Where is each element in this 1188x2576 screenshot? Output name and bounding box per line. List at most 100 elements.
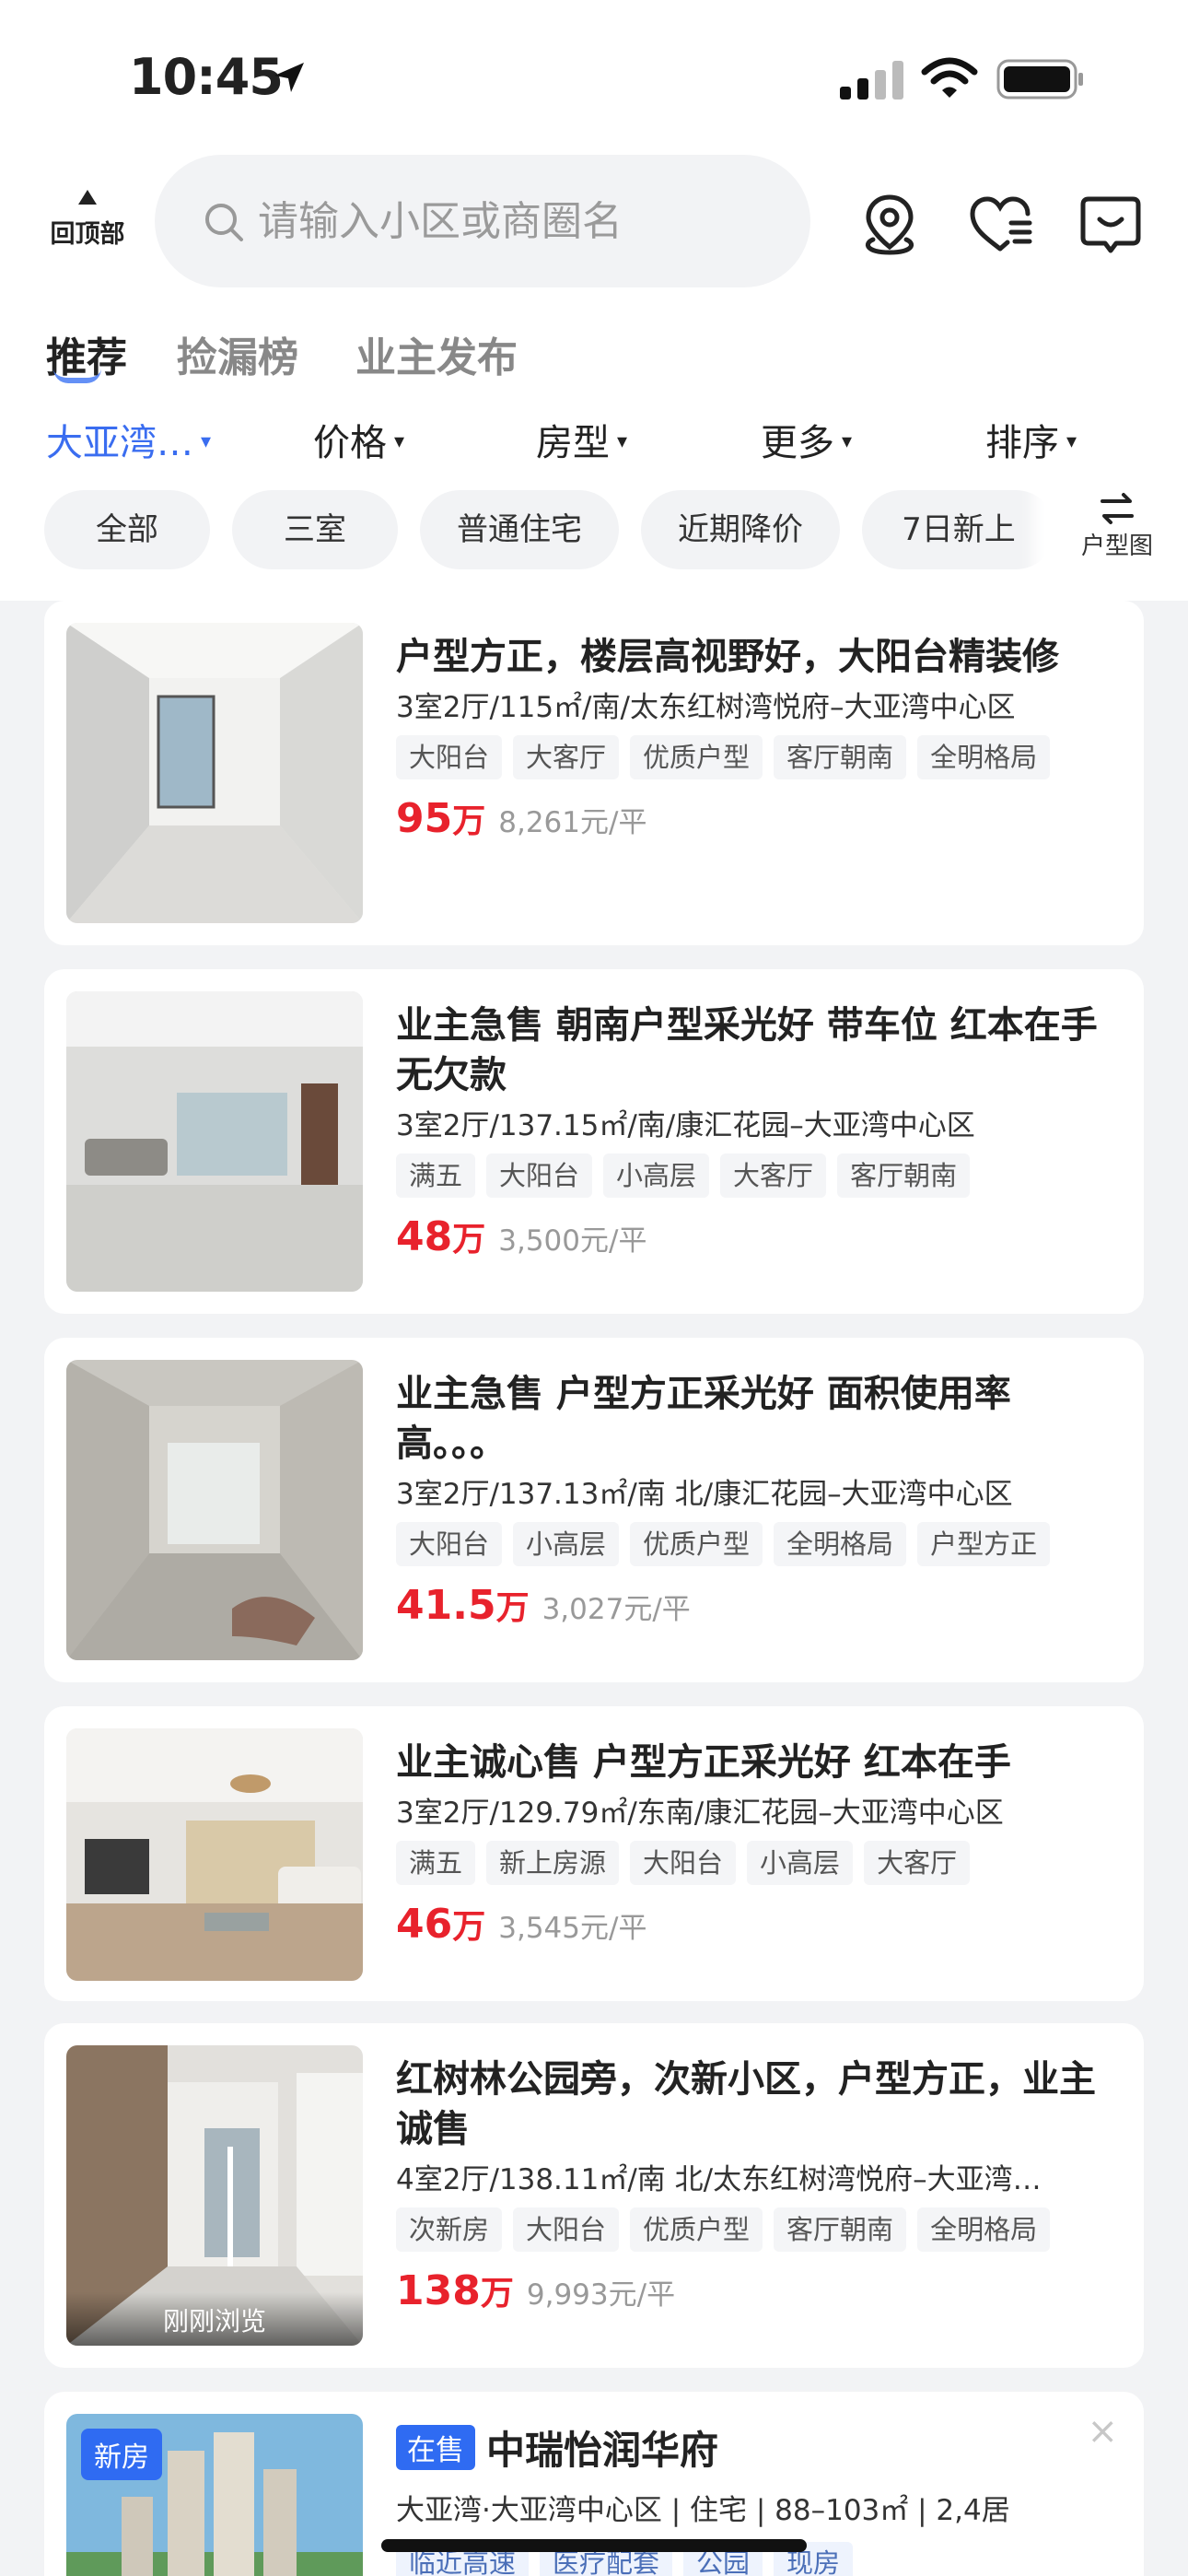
listing-tag: 大阳台: [513, 2207, 620, 2252]
listing-tag: 客厅朝南: [774, 2207, 907, 2252]
chip-recent-price-drop[interactable]: 近期降价: [641, 490, 840, 569]
listing-info: 业主急售 朝南户型采光好 带车位 红本在手无欠款 3室2厅/137.15㎡/南/…: [396, 1001, 1114, 1260]
listing-price-row: 46万 3,545元/平: [396, 1900, 1114, 1948]
listing-tag: 优质户型: [630, 735, 763, 779]
listing-tag: 优质户型: [630, 2207, 763, 2252]
listing-tag: 优质户型: [630, 1522, 763, 1566]
listing-unit-price: 3,027元/平: [542, 1593, 691, 1626]
listing-info: 业主急售 户型方正采光好 面积使用率高。。。 3室2厅/137.13㎡/南 北/…: [396, 1369, 1114, 1629]
listing-price: 46万: [396, 1901, 486, 1948]
listing-tags: 满五 大阳台 小高层 大客厅 客厅朝南: [396, 1153, 1114, 1200]
chip-new-in-7-days[interactable]: 7日新上: [862, 490, 1055, 569]
favorites-heart-icon[interactable]: [967, 192, 1033, 258]
listing-tag: 大阳台: [396, 1522, 503, 1566]
filter-bar: 大亚湾… ▾ 价格 ▾ 房型 ▾ 更多 ▾ 排序 ▾: [0, 413, 1188, 477]
chevron-down-icon: ▾: [394, 429, 405, 453]
header-panel: 10:45 回顶部 请输入小区或商圈名 推荐 捡漏榜 业主发布 大亚湾… ▾ 价…: [0, 0, 1188, 601]
listing-tag: 新上房源: [486, 1841, 620, 1885]
layout-view-toggle[interactable]: 户型图: [1068, 485, 1166, 577]
tab-recommend[interactable]: 推荐: [46, 324, 127, 383]
listing-tag: 全明格局: [774, 1522, 907, 1566]
listing-tag: 小高层: [603, 1153, 710, 1198]
listing-tag: 大客厅: [720, 1153, 827, 1198]
listing-tag: 大阳台: [486, 1153, 593, 1198]
chip-all[interactable]: 全部: [44, 490, 210, 569]
listing-meta: 4室2厅/138.11㎡/南 北/太东红树湾悦府–大亚湾…: [396, 2163, 1042, 2196]
status-bar: 10:45: [0, 0, 1188, 157]
listing-unit-price: 3,500元/平: [498, 1224, 647, 1258]
listing-photo: [66, 623, 363, 923]
tab-owner-posted[interactable]: 业主发布: [355, 324, 518, 383]
chip-ordinary-residence[interactable]: 普通住宅: [420, 490, 619, 569]
listing-tag: 小高层: [513, 1522, 620, 1566]
listing-meta: 3室2厅/137.13㎡/南 北/康汇花园–大亚湾中心区: [396, 1478, 1013, 1511]
listing-meta: 3室2厅/137.15㎡/南/康汇花园–大亚湾中心区: [396, 1109, 975, 1142]
message-icon[interactable]: [1077, 192, 1144, 258]
listing-tags: 大阳台 小高层 优质户型 全明格局 户型方正: [396, 1522, 1114, 1568]
listing-price-row: 138万 9,993元/平: [396, 2266, 1114, 2314]
new-house-title-row: 在售 中瑞怡润华府: [396, 2419, 1114, 2476]
listing-card[interactable]: 刚刚浏览 红树林公园旁，次新小区，户型方正，业主诚售 4室2厅/138.11㎡/…: [44, 2023, 1144, 2368]
listing-price-row: 95万 8,261元/平: [396, 794, 1114, 842]
listing-tag: 大客厅: [513, 735, 620, 779]
back-to-top-label: 回顶部: [50, 220, 125, 249]
cellular-signal-icon: [840, 61, 903, 100]
chevron-down-icon: ▾: [1066, 429, 1077, 453]
listing-photo: 刚刚浏览: [66, 2045, 363, 2346]
listing-price-row: 41.5万 3,027元/平: [396, 1581, 1114, 1629]
listing-price: 95万: [396, 795, 486, 842]
listing-tag: 次新房: [396, 2207, 503, 2252]
new-house-badge: 新房: [81, 2429, 162, 2480]
listing-tag: 满五: [396, 1153, 476, 1198]
listing-photo: [66, 991, 363, 1292]
listing-tag: 大阳台: [630, 1841, 737, 1885]
listing-title: 红树林公园旁，次新小区，户型方正，业主诚售: [396, 2058, 1096, 2150]
active-tab-indicator: [53, 369, 101, 383]
search-icon: [205, 204, 243, 241]
chevron-down-icon: ▾: [842, 429, 853, 453]
listing-card[interactable]: 户型方正，楼层高视野好，大阳台精装修 3室2厅/115㎡/南/太东红树湾悦府–大…: [44, 601, 1144, 945]
filter-price-dropdown[interactable]: 价格 ▾: [313, 413, 404, 466]
listing-meta: 3室2厅/115㎡/南/太东红树湾悦府–大亚湾中心区: [396, 691, 1016, 724]
listing-photo: [66, 1728, 363, 1981]
home-indicator[interactable]: [381, 2539, 807, 2552]
listing-price-row: 48万 3,500元/平: [396, 1212, 1114, 1260]
listing-photo: [66, 1360, 363, 1660]
filter-area-dropdown[interactable]: 大亚湾… ▾: [46, 413, 211, 466]
listing-card[interactable]: 业主急售 朝南户型采光好 带车位 红本在手无欠款 3室2厅/137.15㎡/南/…: [44, 969, 1144, 1314]
listing-info: 户型方正，楼层高视野好，大阳台精装修 3室2厅/115㎡/南/太东红树湾悦府–大…: [396, 632, 1114, 842]
listing-title: 业主急售 朝南户型采光好 带车位 红本在手无欠款: [396, 1004, 1098, 1096]
filter-sort-dropdown[interactable]: 排序 ▾: [985, 413, 1077, 466]
tab-bargain-list[interactable]: 捡漏榜: [177, 324, 298, 383]
listing-tag: 客厅朝南: [774, 735, 907, 779]
listing-tag: 全明格局: [917, 735, 1051, 779]
swap-icon: [1101, 493, 1134, 524]
listing-card[interactable]: 业主诚心售 户型方正采光好 红本在手 3室2厅/129.79㎡/东南/康汇花园–…: [44, 1706, 1144, 2001]
listing-tag: 户型方正: [917, 1522, 1051, 1566]
chevron-down-icon: ▾: [201, 429, 212, 453]
filter-layout-dropdown[interactable]: 房型 ▾: [536, 413, 627, 466]
arrow-up-icon: [78, 190, 97, 205]
map-location-icon[interactable]: [856, 192, 923, 258]
battery-icon: [996, 59, 1083, 100]
listing-card[interactable]: 业主急售 户型方正采光好 面积使用率高。。。 3室2厅/137.13㎡/南 北/…: [44, 1338, 1144, 1682]
location-arrow-icon: [274, 63, 304, 92]
listing-unit-price: 9,993元/平: [526, 2278, 676, 2312]
listing-unit-price: 8,261元/平: [498, 806, 647, 839]
search-input[interactable]: [258, 192, 774, 251]
wifi-icon: [921, 57, 978, 98]
listing-title: 户型方正，楼层高视野好，大阳台精装修: [396, 636, 1059, 678]
status-time: 10:45: [129, 48, 284, 106]
filter-more-dropdown[interactable]: 更多 ▾: [761, 413, 852, 466]
listing-tag: 满五: [396, 1841, 476, 1885]
quick-filter-chips: 全部 三室 普通住宅 近期降价 7日新上 户型图: [0, 481, 1188, 582]
new-house-info: 在售 中瑞怡润华府 大亚湾·大亚湾中心区 | 住宅 | 88–103㎡ | 2,4…: [396, 2419, 1114, 2576]
chip-three-rooms[interactable]: 三室: [232, 490, 398, 569]
listing-price: 41.5万: [396, 1582, 530, 1629]
listing-tag: 小高层: [747, 1841, 854, 1885]
new-house-name: 中瑞怡润华府: [486, 2428, 719, 2473]
back-to-top-button[interactable]: 回顶部: [37, 184, 138, 267]
chevron-down-icon: ▾: [617, 429, 628, 453]
search-bar[interactable]: [155, 155, 810, 287]
listing-tag: 大客厅: [864, 1841, 971, 1885]
